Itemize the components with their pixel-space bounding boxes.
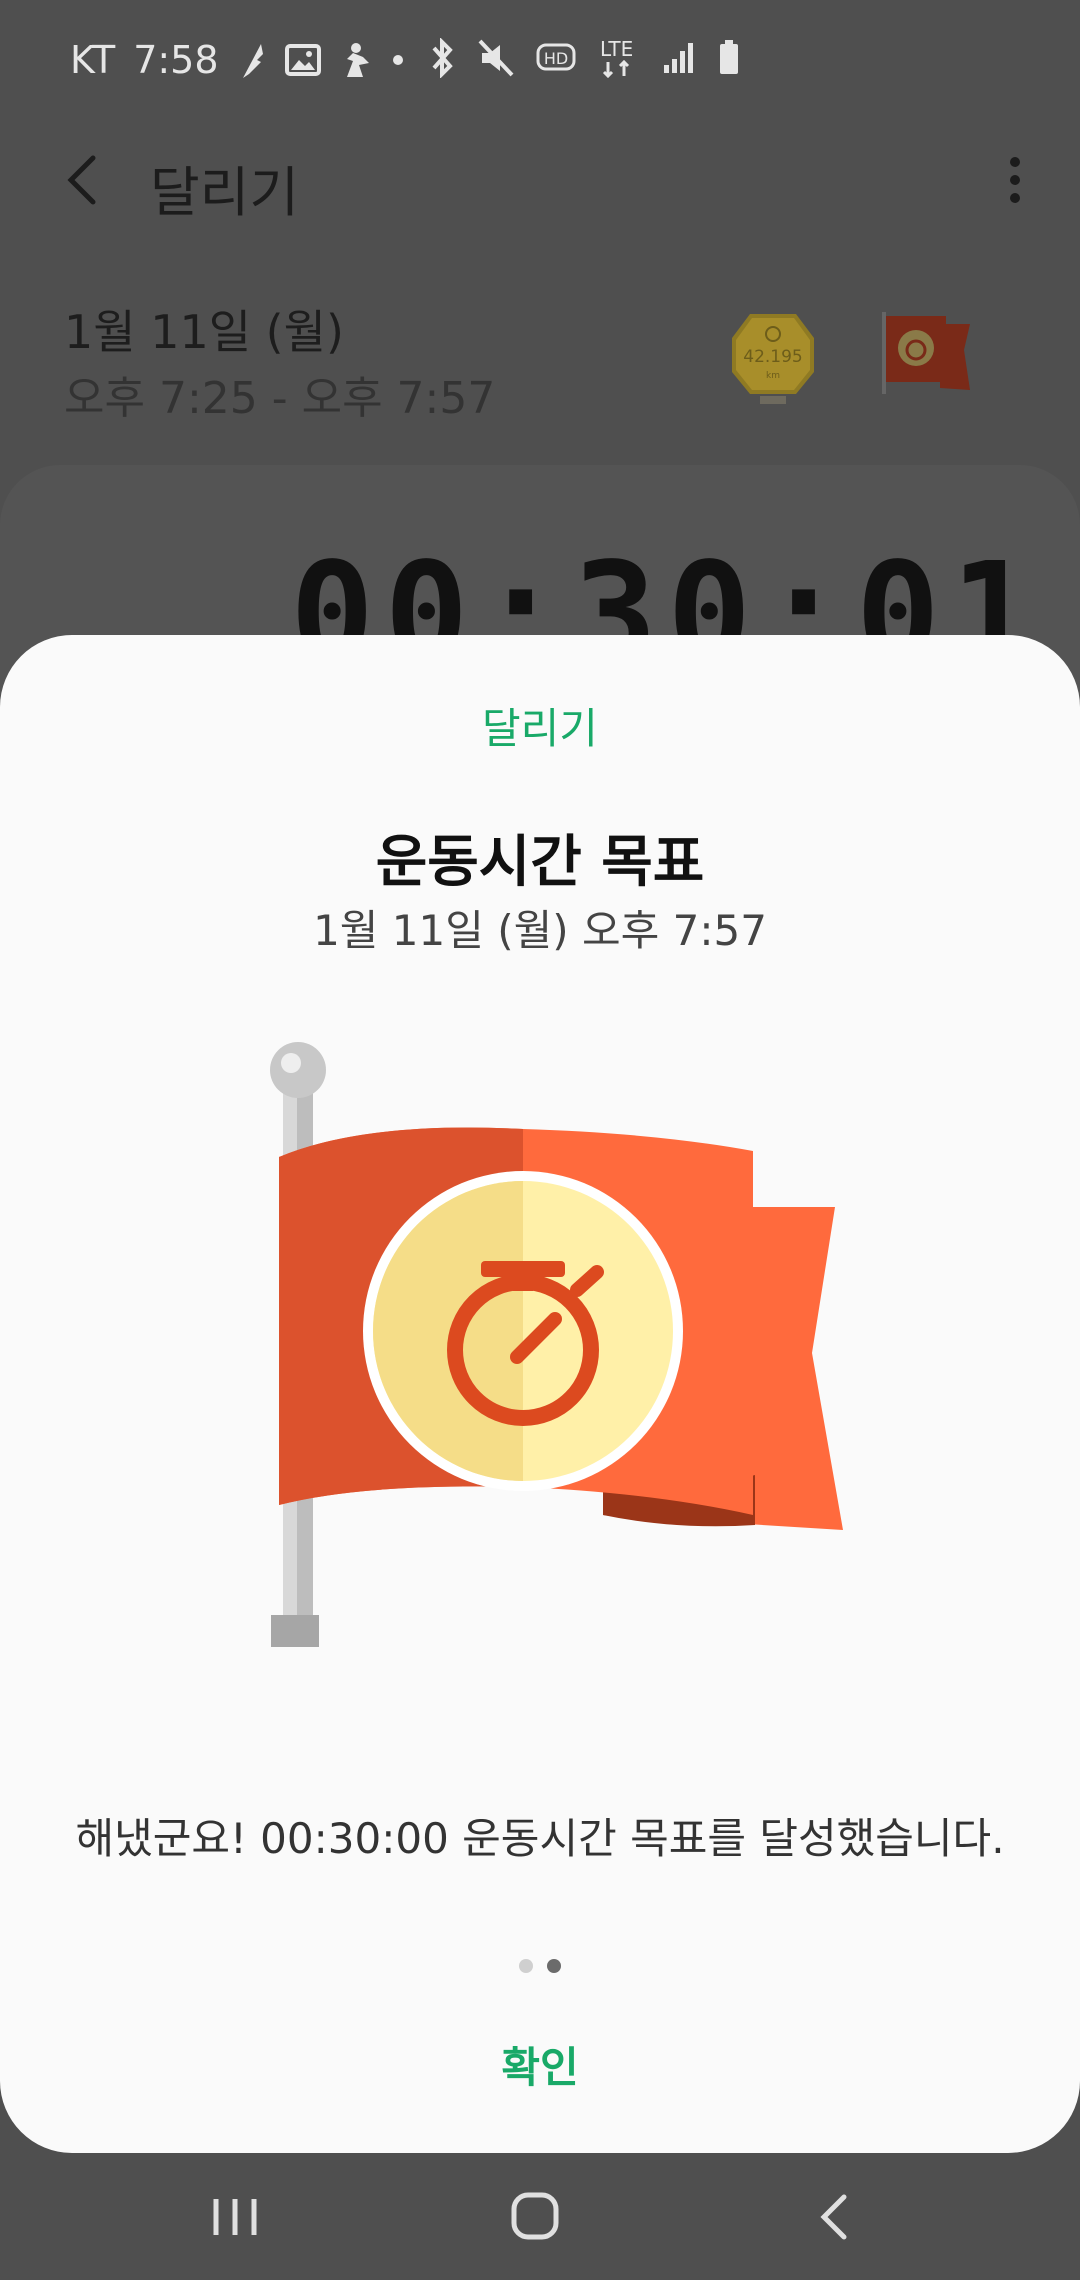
home-icon (511, 2192, 559, 2240)
svg-text:HD: HD (544, 49, 568, 68)
dialog-title: 운동시간 목표 (375, 830, 705, 895)
svg-text:LTE: LTE (600, 38, 633, 61)
workout-date: 1월 11일 (월) (64, 305, 344, 359)
feather-icon (242, 44, 263, 78)
more-options-button[interactable] (990, 150, 1040, 210)
workout-duration: 00:30:01 (290, 540, 1045, 635)
home-button[interactable] (500, 2185, 570, 2249)
dialog-message: 해냈군요! 00:30:00 운동시간 목표를 달성했습니다. (75, 1814, 1005, 1863)
nav-back-icon (820, 2194, 847, 2240)
gallery-icon (284, 44, 321, 76)
back-button[interactable] (55, 150, 115, 210)
signal-icon (664, 43, 693, 73)
recents-icon (213, 2199, 257, 2235)
clock: 7:58 (133, 38, 219, 82)
page-indicator (0, 1959, 1080, 1973)
status-left: KT 7:58 (70, 38, 405, 82)
lte-icon: LTE (600, 38, 633, 78)
medal-label: 42.195 (743, 347, 802, 367)
status-bar: KT 7:58 HD LTE (0, 0, 1080, 120)
mute-icon (478, 39, 514, 77)
navigation-bar (0, 2155, 1080, 2280)
status-right: HD LTE (428, 38, 740, 78)
dialog-subtitle: 1월 11일 (월) 오후 7:57 (313, 906, 767, 955)
hd-icon: HD (536, 43, 576, 71)
battery-icon (720, 40, 738, 74)
more-vert-icon (1010, 157, 1020, 203)
workout-time-range: 오후 7:25 - 오후 7:57 (64, 373, 496, 424)
goal-achieved-dialog: 달리기 운동시간 목표 1월 11일 (월) 오후 7:57 해냈군요! 00:… (0, 635, 1080, 2153)
goal-flag-illustration (270, 1042, 843, 1647)
time-goal-flag-icon[interactable] (880, 310, 972, 396)
recents-button[interactable] (200, 2185, 270, 2249)
confirm-button[interactable]: 확인 (380, 2023, 700, 2113)
activity-icon (346, 43, 369, 77)
bluetooth-icon (432, 38, 453, 78)
dialog-category: 달리기 (482, 704, 598, 753)
medal-unit: km (766, 371, 780, 381)
marathon-medal-icon[interactable]: 42.195 km (730, 310, 816, 406)
page-title: 달리기 (150, 161, 300, 224)
dot-icon (392, 55, 403, 65)
carrier: KT (70, 38, 116, 82)
back-icon (67, 155, 96, 205)
page-dot-1[interactable] (519, 1959, 533, 1973)
page-dot-2[interactable] (547, 1959, 561, 1973)
app-bar: 달리기 (0, 130, 1080, 230)
nav-back-button[interactable] (800, 2185, 870, 2249)
